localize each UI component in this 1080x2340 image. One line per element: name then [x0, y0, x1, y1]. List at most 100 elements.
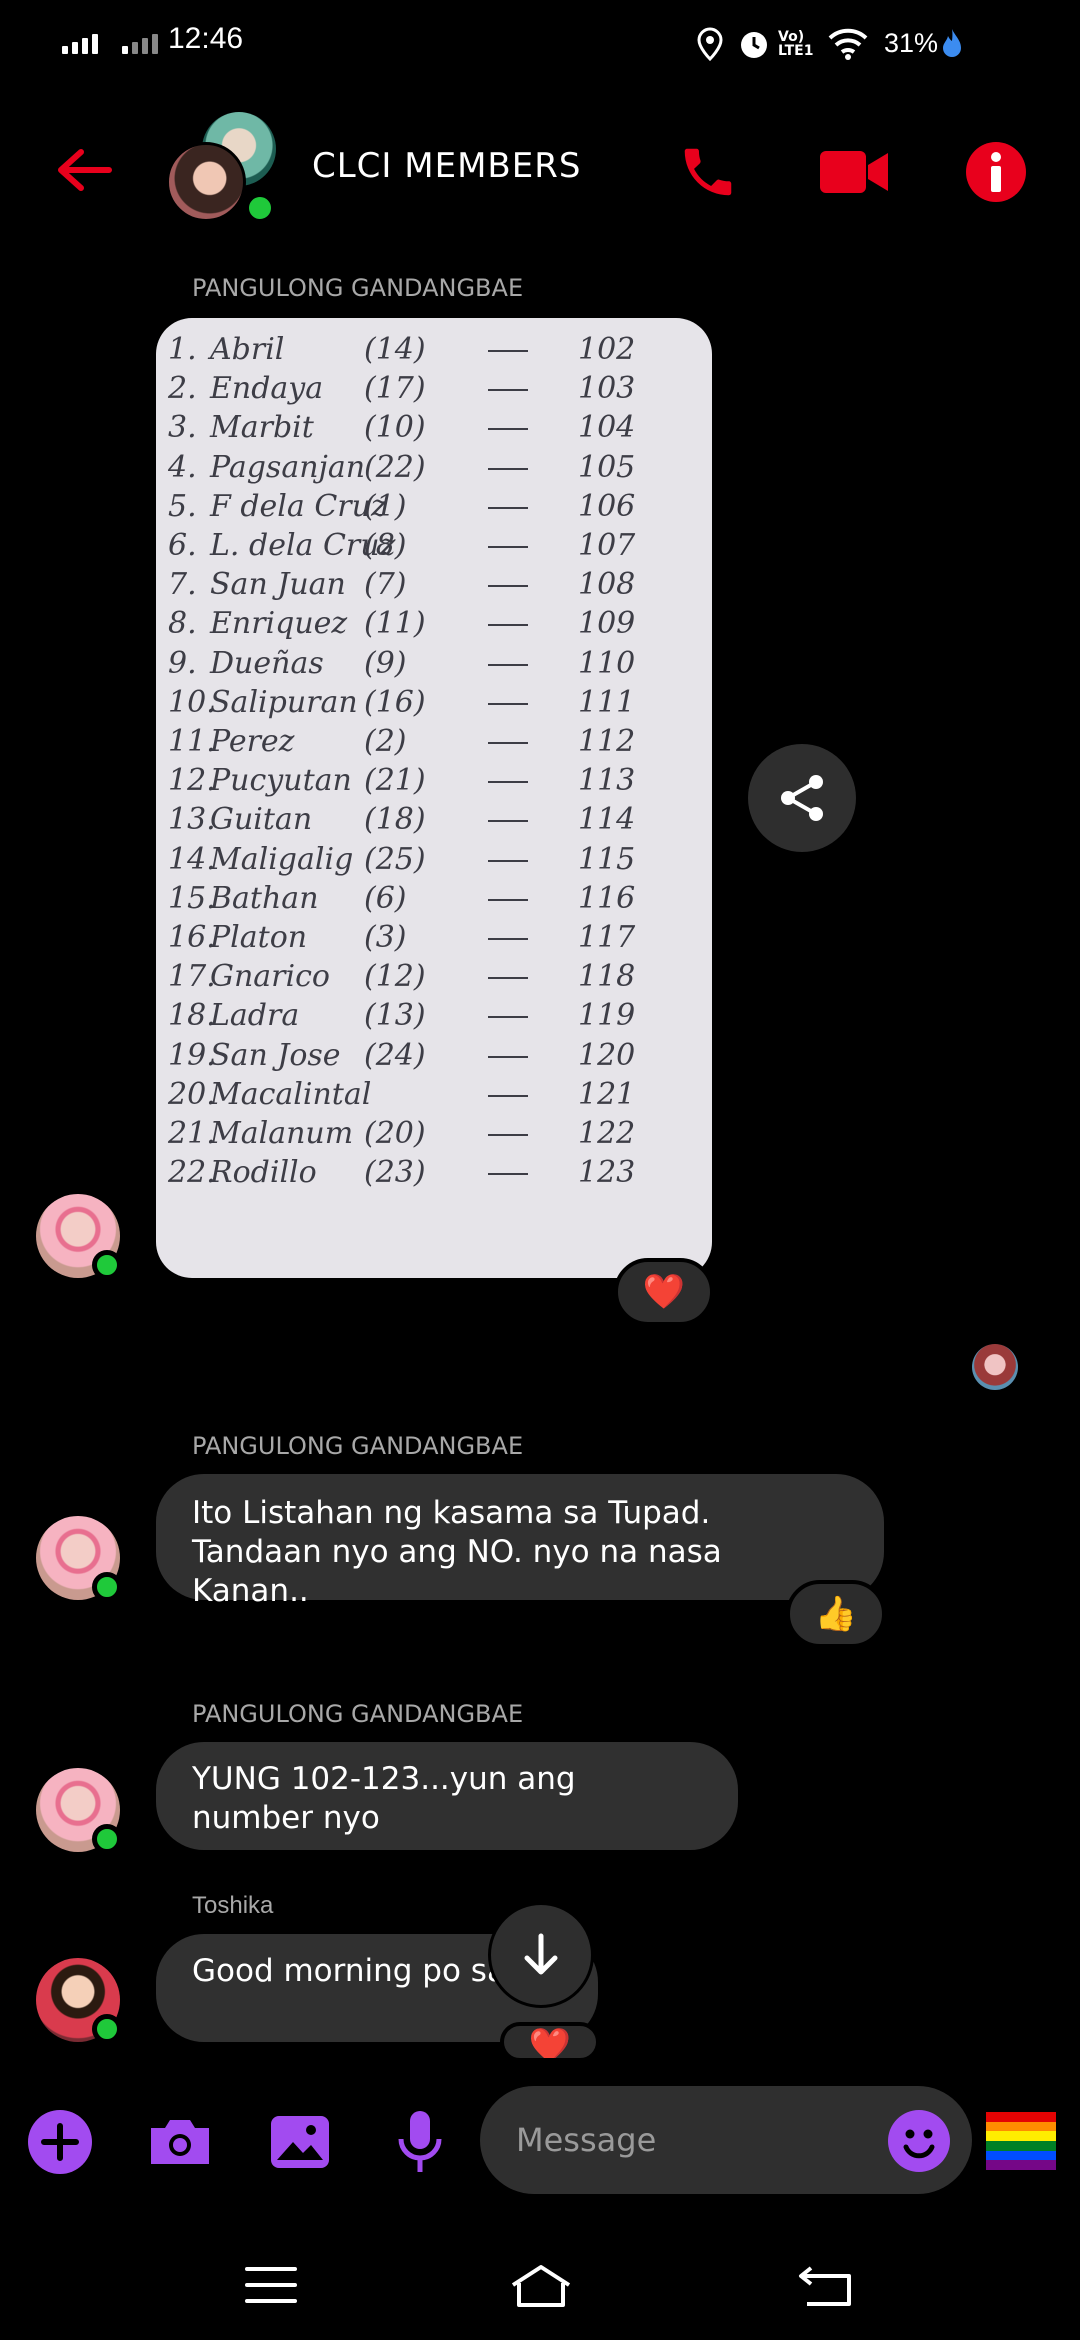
status-time: 12:46	[168, 22, 244, 55]
list-entry-index: 21.	[168, 1116, 216, 1151]
reaction-thumbs-up[interactable]: 👍	[786, 1580, 886, 1648]
voice-call-button[interactable]	[672, 136, 744, 208]
list-entry-dash	[488, 1016, 528, 1019]
list-entry-count: (14)	[364, 332, 426, 367]
group-avatar[interactable]	[166, 112, 284, 230]
list-entry: 9. Dueñas (9) 110	[168, 646, 708, 684]
list-entry-number: 119	[578, 998, 636, 1034]
list-entry-count: (25)	[364, 841, 426, 877]
list-entry-dash	[488, 624, 528, 627]
list-entry-count: (20)	[364, 1116, 426, 1151]
back-button[interactable]	[52, 138, 116, 202]
list-entry-index: 6.	[168, 528, 197, 563]
list-entry-dash	[488, 742, 528, 744]
list-entry-number: 120	[578, 1037, 636, 1073]
info-icon	[966, 142, 1026, 202]
list-entry-index: 14.	[168, 841, 216, 877]
list-entry-index: 3.	[168, 410, 197, 446]
read-receipt-avatar	[972, 1344, 1018, 1390]
list-entry-name: Pucyutan	[210, 763, 352, 799]
video-call-button[interactable]	[816, 136, 892, 208]
list-entry-name: Salipuran	[210, 684, 358, 720]
list-entry-number: 114	[578, 802, 636, 838]
reaction-heart[interactable]: ❤️	[614, 1258, 714, 1326]
list-entry-count: (1)	[364, 488, 407, 524]
list-entry-index: 20.	[168, 1076, 216, 1112]
conversation-info-button[interactable]	[960, 136, 1032, 208]
online-indicator	[92, 1250, 122, 1280]
list-entry-name: Malanum	[210, 1116, 354, 1151]
list-entry-index: 7.	[168, 567, 197, 603]
list-entry-number: 108	[578, 567, 636, 603]
quick-reaction-button[interactable]	[986, 2112, 1056, 2171]
list-entry-number: 121	[578, 1076, 636, 1112]
battery-saver-icon	[940, 24, 964, 64]
sender-name: PANGULONG GANDANGBAE	[192, 1432, 524, 1460]
list-entry-count: (23)	[364, 1155, 426, 1191]
volte-icon: Vo) LTE1	[778, 29, 814, 59]
camera-button[interactable]	[144, 2106, 216, 2178]
list-entry-index: 15.	[168, 880, 216, 916]
list-entry: 22. Rodillo (23) 123	[168, 1155, 708, 1193]
list-entry: 2. Endaya (17) 103	[168, 371, 708, 409]
status-bar: 12:46 Vo) LTE1 31%	[0, 0, 1080, 90]
list-entry-number: 104	[578, 410, 636, 446]
list-entry-index: 16.	[168, 920, 216, 955]
list-entry-count: (8)	[364, 528, 407, 563]
online-indicator	[92, 2014, 122, 2044]
list-entry: 8. Enriquez (11) 109	[168, 606, 708, 644]
list-entry: 7. San Juan (7) 108	[168, 567, 708, 605]
list-entry: 13. Guitan (18) 114	[168, 802, 708, 840]
list-entry: 12. Pucyutan (21) 113	[168, 763, 708, 801]
list-entry-name: Ladra	[210, 998, 300, 1034]
list-entry-count: (7)	[364, 567, 407, 603]
list-entry-name: F dela Cruz	[210, 488, 387, 524]
list-entry-number: 112	[578, 724, 636, 759]
list-entry-number: 123	[578, 1155, 636, 1191]
recent-apps-button[interactable]	[226, 2250, 316, 2320]
back-nav-button[interactable]	[780, 2250, 870, 2320]
list-entry: 6. L. dela Cruz (8) 107	[168, 528, 708, 566]
list-entry-count: (24)	[364, 1037, 426, 1073]
list-entry-dash	[488, 350, 528, 352]
gallery-button[interactable]	[264, 2106, 336, 2178]
list-entry-name: Marbit	[210, 410, 314, 446]
message-bubble[interactable]: YUNG 102-123...yun ang number nyo	[156, 1742, 738, 1850]
list-entry: 18. Ladra (13) 119	[168, 998, 708, 1036]
online-indicator	[92, 1824, 122, 1854]
list-entry-number: 106	[578, 488, 636, 524]
more-actions-button[interactable]	[24, 2106, 96, 2178]
menu-icon	[245, 2267, 297, 2303]
list-entry-dash	[488, 898, 528, 901]
emoji-button[interactable]	[888, 2110, 950, 2172]
list-entry-number: 115	[578, 841, 636, 877]
list-entry-count: (6)	[364, 880, 407, 916]
list-entry-count: (13)	[364, 998, 426, 1034]
video-camera-icon	[820, 151, 888, 193]
list-entry-count: (16)	[364, 684, 426, 720]
list-entry-number: 118	[578, 959, 636, 995]
list-entry-name: San Juan	[210, 567, 346, 603]
list-entry-name: Perez	[210, 724, 295, 759]
home-button[interactable]	[496, 2250, 586, 2320]
phone-icon	[684, 148, 732, 196]
message-bubble[interactable]: Ito Listahan ng kasama sa Tupad. Tandaan…	[156, 1474, 884, 1609]
voice-message-button[interactable]	[384, 2106, 456, 2178]
list-entry-dash	[488, 1173, 528, 1176]
list-entry: 3. Marbit (10) 104	[168, 410, 708, 448]
list-entry-dash	[488, 585, 528, 588]
scroll-to-bottom-button[interactable]	[488, 1902, 594, 2008]
reaction-heart[interactable]: ❤️	[500, 2022, 600, 2062]
list-entry-name: Rodillo	[210, 1155, 317, 1191]
share-button[interactable]	[748, 744, 856, 852]
list-entry-index: 2.	[168, 371, 197, 407]
image-icon	[271, 2116, 329, 2168]
conversation-title[interactable]: CLCI MEMBERS	[312, 146, 581, 186]
wifi-icon	[826, 24, 870, 64]
photo-message[interactable]: 1. Abril (14) 102 2. Endaya (17) 103 3. Marbit (10…	[156, 318, 712, 1278]
list-entry-name: Guitan	[210, 802, 313, 838]
list-entry-dash	[488, 663, 528, 666]
list-entry-count: (21)	[364, 763, 426, 799]
list-entry-count: (10)	[364, 410, 426, 446]
list-entry-number: 117	[578, 920, 636, 955]
